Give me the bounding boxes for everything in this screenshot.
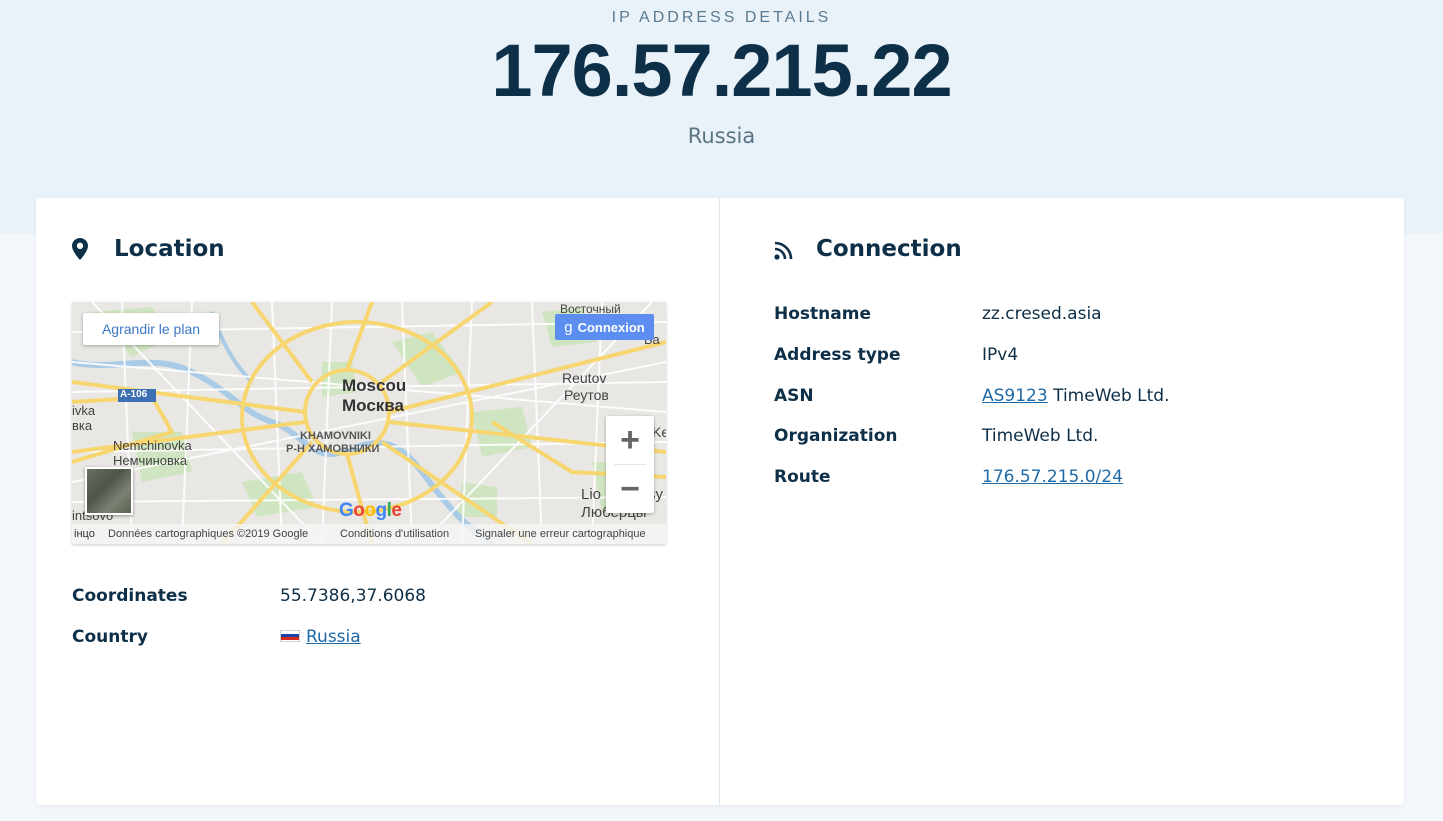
- nemchinovka-label-ru: Немчиновка: [113, 453, 188, 468]
- reutov-label-en: Reutov: [562, 370, 607, 386]
- address-type-value: IPv4: [982, 345, 1019, 365]
- nemchinovka-label-en: Nemchinovka: [113, 438, 192, 453]
- map-data-credit: Données cartographiques ©2019 Google: [108, 528, 309, 540]
- khamovniki-label-ru: Р-Н ХАМОВНИКИ: [286, 443, 380, 455]
- map-terms-link[interactable]: Conditions d'utilisation: [340, 528, 449, 540]
- asn-label: ASN: [774, 386, 814, 406]
- map-report-link[interactable]: Signaler une erreur cartographique: [475, 528, 646, 540]
- map-connect-button[interactable]: g Connexion: [555, 314, 654, 340]
- coordinates-value: 55.7386,37.6068: [280, 586, 427, 606]
- google-logo: Google: [339, 500, 402, 521]
- moscow-label-ru: Москва: [342, 396, 404, 415]
- map-attribution-bar: інцо Données cartographiques ©2019 Googl…: [72, 524, 666, 544]
- lyubertsy-label-en: Lio: [581, 486, 602, 503]
- google-g-icon: g: [564, 318, 573, 336]
- coordinates-label: Coordinates: [72, 586, 188, 606]
- location-heading: Location: [72, 236, 225, 262]
- organization-value: TimeWeb Ltd.: [982, 426, 1099, 446]
- west-edge-label-1: ivka: [72, 403, 96, 418]
- location-title: Location: [114, 236, 225, 262]
- asn-link[interactable]: AS9123: [982, 386, 1048, 406]
- hostname-label: Hostname: [774, 304, 871, 324]
- highway-label: A-106: [120, 389, 148, 400]
- map-zoom-control: + −: [606, 416, 654, 513]
- country-label: Country: [72, 627, 148, 647]
- ip-country-subtitle: Russia: [687, 124, 756, 148]
- moscow-label-fr: Moscou: [342, 376, 407, 395]
- route-link[interactable]: 176.57.215.0/24: [982, 467, 1123, 487]
- reutov-label-ru: Реутов: [564, 387, 609, 403]
- organization-label: Organization: [774, 426, 898, 446]
- route-label: Route: [774, 467, 831, 487]
- address-type-label: Address type: [774, 345, 901, 365]
- enlarge-map-button[interactable]: Agrandir le plan: [83, 313, 219, 345]
- details-card: Location A-106 Moscou Москва KHAMOVNIKI …: [36, 198, 1404, 805]
- country-link[interactable]: Russia: [306, 627, 361, 647]
- satellite-view-toggle[interactable]: [85, 467, 133, 515]
- west-edge-label-2: вка: [72, 418, 93, 433]
- hostname-value: zz.cresed.asia: [982, 304, 1102, 324]
- page-eyebrow: IP ADDRESS DETAILS: [611, 9, 832, 26]
- rss-feed-icon: [774, 238, 794, 260]
- asn-org-text: TimeWeb Ltd.: [1047, 386, 1170, 406]
- zoom-in-button[interactable]: +: [606, 416, 654, 464]
- map-connect-label: Connexion: [577, 319, 645, 335]
- card-divider: [719, 198, 720, 805]
- ip-address-title: 176.57.215.22: [491, 29, 952, 112]
- khamovniki-label-en: KHAMOVNIKI: [300, 430, 371, 442]
- location-map[interactable]: A-106 Moscou Москва KHAMOVNIKI Р-Н ХАМОВ…: [72, 302, 666, 544]
- east-edge-label-1: Ke: [652, 424, 666, 440]
- zoom-out-button[interactable]: −: [606, 465, 654, 513]
- asn-value: AS9123 TimeWeb Ltd.: [982, 386, 1170, 406]
- connection-heading: Connection: [774, 236, 962, 262]
- southwest-label-2: інцо: [74, 528, 95, 540]
- country-value: Russia: [280, 627, 361, 647]
- route-value: 176.57.215.0/24: [982, 467, 1123, 487]
- connection-title: Connection: [816, 236, 962, 262]
- map-pin-icon: [72, 238, 92, 260]
- russia-flag-icon: [280, 629, 300, 642]
